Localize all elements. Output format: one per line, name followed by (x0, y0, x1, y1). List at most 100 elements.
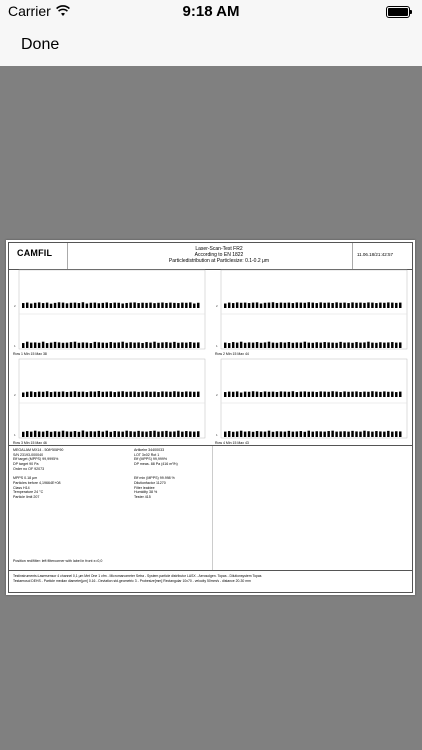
bar-bottom (303, 341, 307, 348)
bar-bottom (61, 342, 65, 348)
navigation-bar: Done (0, 24, 422, 67)
panel-row-label: Row 2 Min 15 Max 44 (215, 352, 249, 356)
panel-axis-mark: 1 (14, 344, 16, 348)
status-bar: Carrier 9:18 AM (0, 0, 422, 24)
bar-bottom (65, 342, 69, 348)
bar-bottom (113, 431, 116, 437)
bar-bottom (81, 430, 85, 437)
bar-top (65, 303, 69, 308)
bar-bottom (259, 342, 263, 348)
bar-top (355, 391, 358, 397)
bar-bottom (243, 342, 247, 348)
bar-top (287, 391, 291, 397)
bar-top (363, 302, 366, 308)
bar-bottom (224, 342, 227, 348)
bar-bottom (391, 431, 394, 437)
bar-bottom (311, 431, 314, 437)
bar-bottom (259, 431, 263, 437)
report-datetime: 11.06.18/21:42:57 (357, 252, 393, 257)
info-line: DP meas. 88 Pa (416 m³/h) (134, 462, 178, 467)
scan-panels: 2 1 Row 1 Min 15 Max 38 2 1 Row 2 Min 15 Max … (9, 269, 412, 445)
bar-top (129, 302, 132, 308)
report-page: CAMFIL Laser-Scan-Test FR2 According to … (6, 240, 415, 595)
bar-bottom (157, 431, 160, 437)
panel-axis-mark: 2 (216, 393, 218, 397)
bar-top (25, 302, 29, 308)
bar-bottom (89, 343, 93, 348)
bar-top (319, 391, 322, 397)
bar-bottom (283, 342, 287, 348)
bar-bottom (125, 342, 128, 348)
bar-top (49, 392, 53, 397)
bar-bottom (137, 342, 140, 348)
bar-bottom (383, 431, 386, 437)
bar-bottom (73, 341, 77, 348)
bar-bottom (33, 342, 37, 348)
bar-top (323, 302, 326, 308)
bar-bottom (243, 431, 247, 437)
report-header: CAMFIL Laser-Scan-Test FR2 According to … (9, 243, 412, 270)
bar-top (169, 391, 172, 397)
bar-bottom (387, 342, 390, 348)
bar-top (165, 302, 168, 308)
bar-top (263, 391, 267, 397)
done-button[interactable]: Done (21, 36, 59, 54)
bar-top (69, 302, 73, 308)
bar-top (279, 302, 283, 308)
bar-bottom (153, 341, 156, 348)
bar-bottom (287, 430, 291, 437)
bar-bottom (247, 431, 251, 437)
panel-axis-mark: 1 (216, 433, 218, 437)
bar-top (351, 302, 354, 308)
battery-icon (386, 6, 412, 18)
bar-bottom (37, 342, 41, 348)
bar-bottom (283, 431, 287, 437)
bar-top (375, 391, 378, 397)
bar-top (101, 302, 105, 308)
bar-top (311, 391, 314, 397)
bar-top (327, 391, 330, 397)
bar-bottom (25, 431, 29, 437)
bar-top (121, 303, 124, 308)
bar-top (291, 391, 295, 397)
bar-bottom (335, 431, 338, 437)
bar-bottom (347, 431, 350, 437)
bar-bottom (157, 342, 160, 348)
bar-bottom (141, 431, 144, 437)
bar-bottom (343, 431, 346, 437)
bar-bottom (185, 431, 188, 437)
bar-bottom (359, 342, 362, 348)
info-line: Particles before 4,19664E+08 (13, 480, 61, 485)
bar-top (367, 391, 370, 397)
bar-bottom (315, 431, 318, 437)
bar-bottom (41, 341, 45, 348)
bar-bottom (169, 431, 172, 437)
bar-bottom (121, 431, 124, 437)
document-viewer[interactable]: CAMFIL Laser-Scan-Test FR2 According to … (0, 66, 422, 750)
bar-bottom (93, 431, 97, 437)
bar-top (347, 391, 350, 397)
panel-frame (18, 358, 206, 439)
bar-top (275, 391, 279, 397)
bar-top (335, 391, 338, 397)
bar-bottom (129, 431, 132, 437)
header-divider (67, 243, 68, 269)
bar-top (97, 303, 101, 308)
bar-bottom (331, 342, 334, 348)
bar-bottom (161, 431, 164, 437)
bar-bottom (177, 342, 180, 348)
bar-bottom (387, 430, 390, 437)
panel-frame (220, 269, 408, 350)
bar-bottom (255, 431, 259, 437)
panel-frame (18, 269, 206, 350)
bar-top (49, 303, 53, 308)
scan-panel-chart: 21 (216, 269, 408, 350)
bar-top (247, 303, 251, 308)
bar-top (145, 391, 148, 397)
bar-top (303, 302, 307, 308)
bar-top (399, 302, 402, 308)
bar-top (69, 391, 73, 397)
bar-top (283, 391, 287, 397)
bar-bottom (267, 341, 271, 348)
footer-instruments: Testinstruments:Lasersensor 4 channel 0,… (13, 574, 262, 578)
